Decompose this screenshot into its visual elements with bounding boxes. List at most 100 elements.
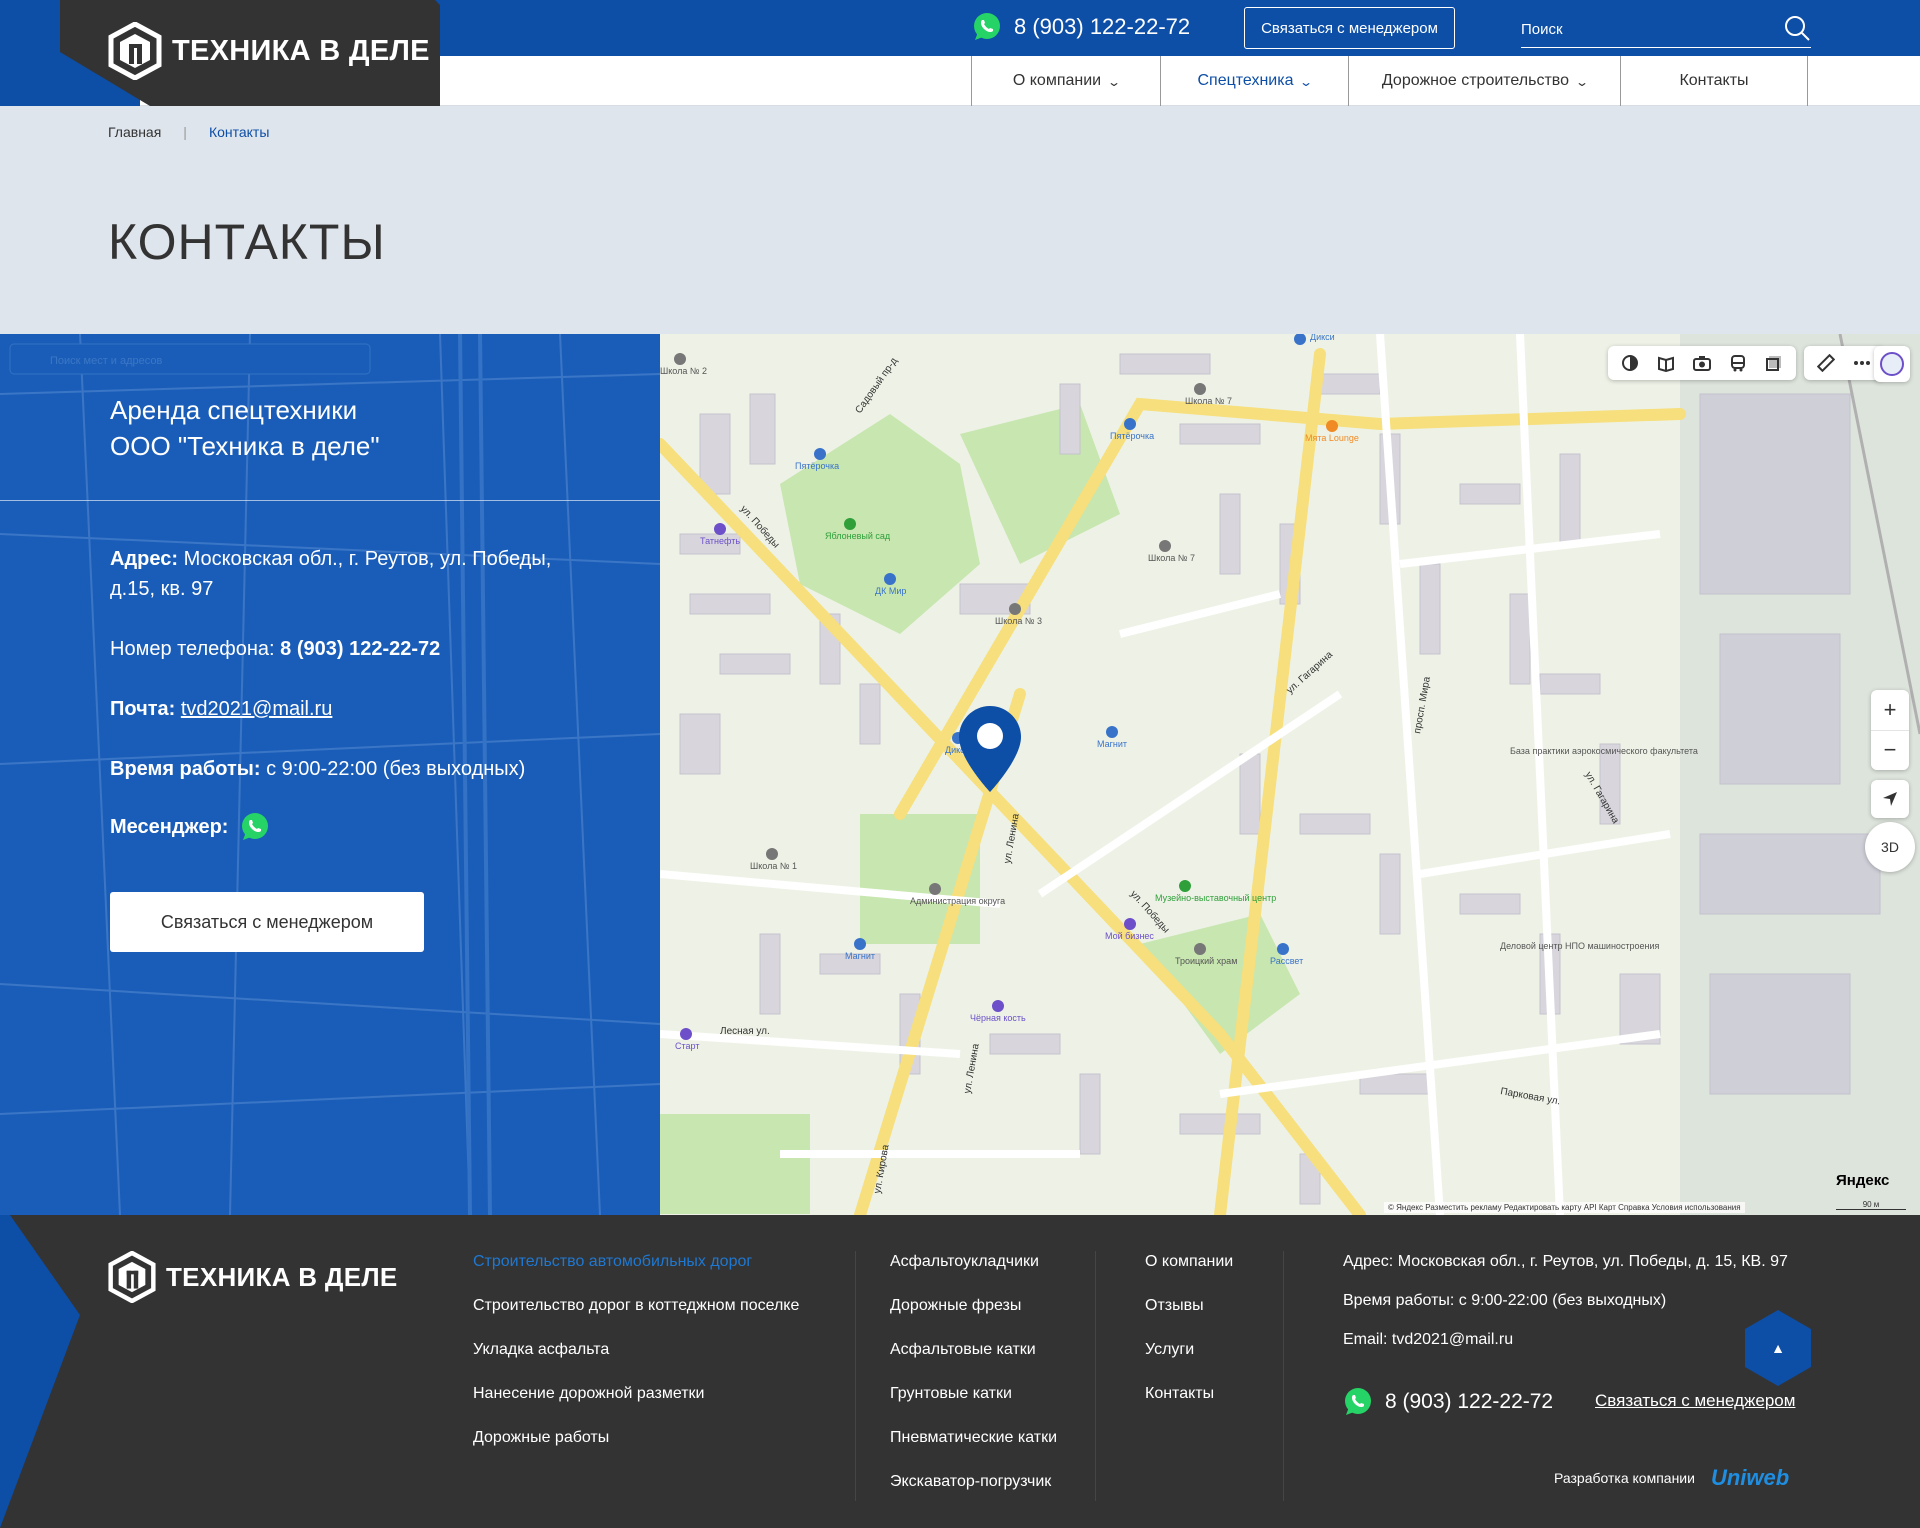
location-pin-icon[interactable]: [957, 704, 1023, 794]
footer-equipment-column: Асфальтоукладчики Дорожные фрезы Асфальт…: [890, 1251, 1057, 1515]
footer-link[interactable]: Контакты: [1145, 1383, 1233, 1405]
footer-link[interactable]: Грунтовые катки: [890, 1383, 1057, 1405]
map-zoom-control: + −: [1871, 690, 1909, 770]
chevron-down-icon: ⌄: [1299, 75, 1314, 89]
poi-label: Рассвет: [1270, 956, 1303, 966]
poi-label: База практики аэрокосмического факультет…: [1510, 746, 1698, 756]
poi-label: Администрация округа: [910, 896, 1005, 906]
poi-label: Пятёрочка: [1110, 431, 1154, 441]
poi-label: Мой бизнес: [1105, 931, 1154, 941]
map-traffic-icon[interactable]: [1612, 346, 1648, 380]
zoom-in-button[interactable]: +: [1871, 690, 1909, 731]
footer-link[interactable]: Укладка асфальта: [473, 1339, 799, 1361]
ruler-icon[interactable]: [1808, 346, 1844, 380]
poi-label: Яблоневый сад: [825, 531, 891, 541]
header-search: [1521, 12, 1811, 48]
email-label: Почта:: [110, 698, 176, 720]
menu-item-about[interactable]: О компании ⌄: [971, 56, 1160, 106]
footer-company-column: О компании Отзывы Услуги Контакты: [1145, 1251, 1233, 1427]
address-label: Адрес:: [110, 548, 178, 570]
hours-label: Время работы:: [110, 758, 261, 780]
breadcrumb-home[interactable]: Главная: [108, 124, 161, 140]
footer-link[interactable]: Экскаватор-погрузчик: [890, 1471, 1057, 1493]
poi-label: Школа № 3: [995, 616, 1042, 626]
contact-heading-line1: Аренда спецтехники: [110, 395, 358, 425]
menu-item-contacts[interactable]: Контакты: [1620, 56, 1808, 106]
email-link[interactable]: tvd2021@mail.ru: [181, 698, 332, 720]
header-phone-number[interactable]: 8 (903) 122-22-72: [1014, 14, 1190, 40]
footer-logo[interactable]: ТЕХНИКА В ДЕЛЕ: [108, 1251, 398, 1303]
footer-divider: [1283, 1251, 1284, 1501]
map-profile-avatar-icon[interactable]: [1874, 346, 1910, 382]
map-book-icon[interactable]: [1648, 346, 1684, 380]
poi-label: Школа № 2: [660, 366, 707, 376]
menu-item-equipment[interactable]: Спецтехника ⌄: [1160, 56, 1348, 106]
map-3d-button[interactable]: 3D: [1865, 822, 1915, 872]
logo-text: ТЕХНИКА В ДЕЛЕ: [166, 1261, 398, 1292]
map-camera-icon[interactable]: [1684, 346, 1720, 380]
page-hero: Главная | Контакты КОНТАКТЫ: [0, 106, 1920, 334]
menu-item-label: О компании: [1012, 72, 1102, 89]
footer-link[interactable]: Строительство дорог в коттеджном поселке: [473, 1295, 799, 1317]
map-canvas[interactable]: ул. Победы ул. Победы ул. Ленина ул. Лен…: [660, 334, 1920, 1215]
poi-label: Пятёрочка: [795, 461, 839, 471]
poi-label: Магнит: [845, 951, 875, 961]
footer-link[interactable]: Асфальтоукладчики: [890, 1251, 1057, 1273]
whatsapp-icon[interactable]: [240, 812, 270, 842]
whatsapp-icon: [974, 13, 1000, 40]
breadcrumb-current: Контакты: [208, 124, 270, 140]
map-scale: 90 м: [1836, 1200, 1906, 1210]
footer-email[interactable]: Email: tvd2021@mail.ru: [1343, 1329, 1788, 1351]
geolocation-icon[interactable]: [1871, 780, 1909, 818]
map-attribution[interactable]: © Яндекс Разместить рекламу Редактироват…: [1384, 1202, 1745, 1213]
poi-label: Татнефть: [700, 536, 740, 546]
yandex-logo: Яндекс: [1836, 1172, 1890, 1189]
search-input[interactable]: [1521, 12, 1771, 46]
search-icon[interactable]: [1783, 14, 1811, 42]
map-layers-icon[interactable]: [1756, 346, 1792, 380]
developer-credit: Разработка компании Uniweb: [1554, 1465, 1789, 1491]
footer-phone[interactable]: 8 (903) 122-22-72: [1343, 1387, 1553, 1417]
poi-label: ДК Мир: [875, 586, 906, 596]
map-transit-icon[interactable]: [1720, 346, 1756, 380]
contact-messenger: Месенджер:: [110, 812, 590, 842]
logo-text: ТЕХНИКА В ДЕЛЕ: [172, 34, 430, 67]
uniweb-logo[interactable]: Uniweb: [1711, 1465, 1789, 1491]
main-menu: О компании ⌄ Спецтехника ⌄ Дорожное стро…: [971, 56, 1808, 106]
whatsapp-icon: [1345, 1388, 1371, 1415]
poi-label: Школа № 7: [1148, 553, 1195, 563]
contact-manager-button[interactable]: Связаться с менеджером: [1244, 7, 1455, 49]
menu-item-label: Контакты: [1679, 72, 1749, 89]
contact-email: Почта: tvd2021@mail.ru: [110, 694, 590, 724]
developer-label: Разработка компании: [1554, 1470, 1695, 1486]
menu-item-label: Спецтехника: [1197, 72, 1294, 89]
footer-contact-manager-link[interactable]: Связаться с менеджером: [1595, 1391, 1795, 1411]
poi-label: Музейно-выставочный центр: [1155, 893, 1276, 903]
zoom-out-button[interactable]: −: [1871, 731, 1909, 771]
footer-link[interactable]: Услуги: [1145, 1339, 1233, 1361]
poi-label: Троицкий храм: [1175, 956, 1237, 966]
phone-value[interactable]: 8 (903) 122-22-72: [280, 638, 440, 660]
contact-heading: Аренда спецтехники ООО "Техника в деле": [110, 392, 380, 464]
footer-link[interactable]: Пневматические катки: [890, 1427, 1057, 1449]
footer-services-column: Строительство автомобильных дорог Строит…: [473, 1251, 799, 1471]
contact-manager-button[interactable]: Связаться с менеджером: [110, 892, 424, 952]
footer-link[interactable]: Строительство автомобильных дорог: [473, 1251, 799, 1273]
footer-link[interactable]: Дорожные работы: [473, 1427, 799, 1449]
footer-link[interactable]: О компании: [1145, 1251, 1233, 1273]
menu-item-road-construction[interactable]: Дорожное строительство ⌄: [1348, 56, 1620, 106]
header-phone[interactable]: 8 (903) 122-22-72: [972, 12, 1190, 42]
header-logo[interactable]: ТЕХНИКА В ДЕЛЕ: [108, 22, 430, 80]
phone-label: Номер телефона:: [110, 638, 275, 660]
footer-phone-number[interactable]: 8 (903) 122-22-72: [1385, 1390, 1553, 1414]
footer-link[interactable]: Асфальтовые катки: [890, 1339, 1057, 1361]
footer-link[interactable]: Нанесение дорожной разметки: [473, 1383, 799, 1405]
contact-heading-line2: ООО "Техника в деле": [110, 431, 380, 461]
footer-link[interactable]: Дорожные фрезы: [890, 1295, 1057, 1317]
messenger-label: Месенджер:: [110, 816, 229, 838]
poi-label: Мята Lounge: [1305, 433, 1359, 443]
street-label: Лесная ул.: [720, 1026, 770, 1037]
footer-divider: [855, 1251, 856, 1501]
footer-link[interactable]: Отзывы: [1145, 1295, 1233, 1317]
yandex-map[interactable]: ул. Победы ул. Победы ул. Ленина ул. Лен…: [660, 334, 1920, 1215]
